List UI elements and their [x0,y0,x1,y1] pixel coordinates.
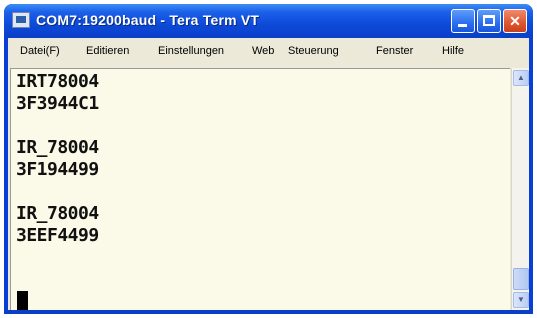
window-title: COM7:19200baud - Tera Term VT [36,12,260,28]
title-bar[interactable]: COM7:19200baud - Tera Term VT ✕ [4,4,533,38]
terminal-line: IR_78004 [16,203,99,224]
terminal-line: 3EEF4499 [16,225,99,246]
minimize-icon [458,24,467,27]
menu-editieren[interactable]: Editieren [86,45,129,57]
menu-steuerung[interactable]: Steuerung [288,45,339,57]
terminal-line: IR_78004 [16,137,99,158]
window-frame-bottom [4,310,533,314]
menu-hilfe[interactable]: Hilfe [442,45,464,57]
arrow-up-icon: ▲ [517,73,525,82]
vertical-scrollbar[interactable]: ▲ ▼ [511,68,529,310]
scrollbar-thumb[interactable] [513,268,529,290]
terminal-output[interactable]: IRT78004 3F3944C1 IR_78004 3F194499 IR_7… [10,68,510,311]
scroll-down-button[interactable]: ▼ [513,292,529,308]
teraterm-app-icon[interactable] [12,12,30,28]
scroll-up-button[interactable]: ▲ [513,70,529,86]
arrow-down-icon: ▼ [517,295,525,304]
client-area: IRT78004 3F3944C1 IR_78004 3F194499 IR_7… [8,66,529,314]
menu-fenster[interactable]: Fenster [376,45,413,57]
terminal-line: 3F3944C1 [16,93,99,114]
menu-datei[interactable]: Datei(F) [20,45,60,57]
close-icon: ✕ [509,13,521,29]
terminal-line: IRT78004 [16,71,99,92]
terminal-window: COM7:19200baud - Tera Term VT ✕ Datei(F)… [4,4,533,314]
close-button[interactable]: ✕ [503,9,527,33]
maximize-button[interactable] [477,9,501,33]
text-cursor [17,291,28,311]
menu-bar: Datei(F) Editieren Einstellungen Web Ste… [8,38,529,66]
minimize-button[interactable] [451,9,475,33]
terminal-line: 3F194499 [16,159,99,180]
menu-web[interactable]: Web [252,45,274,57]
maximize-icon [483,15,495,26]
menu-einstellungen[interactable]: Einstellungen [158,45,224,57]
